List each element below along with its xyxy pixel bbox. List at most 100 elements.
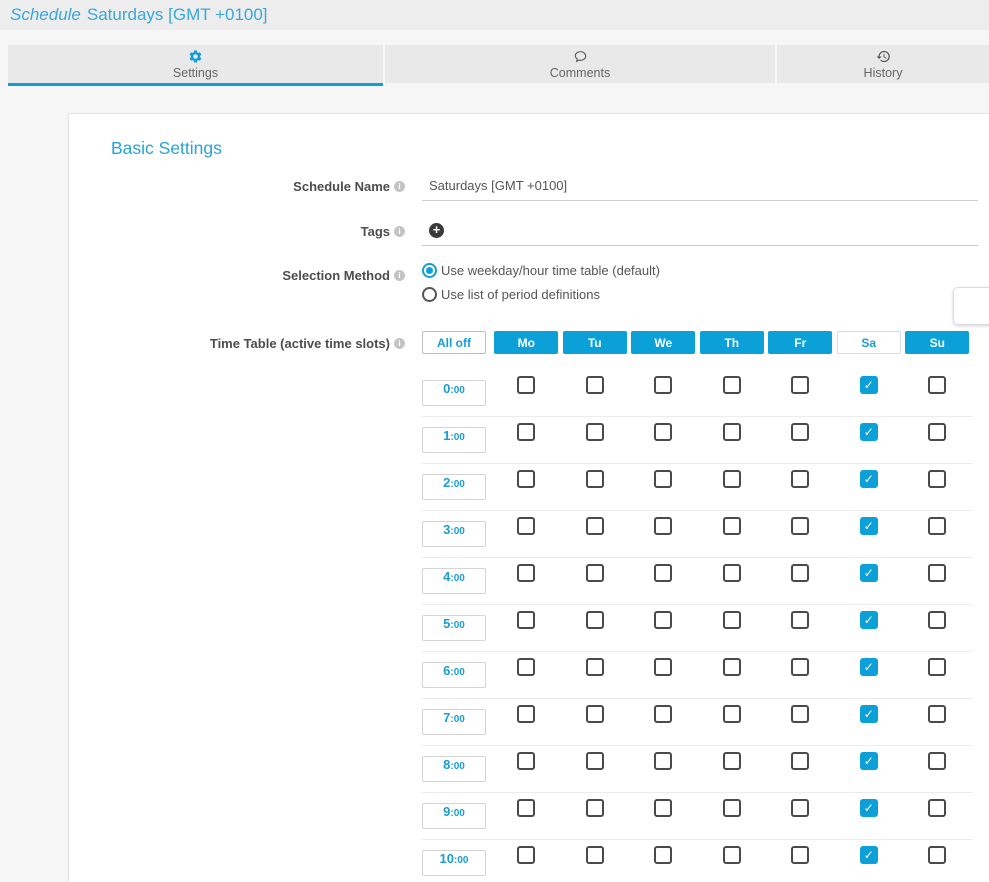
- timeslot-checkbox-mo-2:00[interactable]: [517, 470, 535, 488]
- timeslot-checkbox-th-10:00[interactable]: [723, 846, 741, 864]
- timeslot-checkbox-tu-7:00[interactable]: [586, 705, 604, 723]
- timeslot-checkbox-tu-0:00[interactable]: [586, 376, 604, 394]
- timeslot-checkbox-th-8:00[interactable]: [723, 752, 741, 770]
- timeslot-checkbox-sa-4:00[interactable]: ✓: [860, 564, 878, 582]
- timeslot-checkbox-fr-1:00[interactable]: [791, 423, 809, 441]
- timeslot-checkbox-mo-9:00[interactable]: [517, 799, 535, 817]
- timeslot-checkbox-th-0:00[interactable]: [723, 376, 741, 394]
- timeslot-checkbox-sa-1:00[interactable]: ✓: [860, 423, 878, 441]
- timeslot-checkbox-su-6:00[interactable]: [928, 658, 946, 676]
- timeslot-checkbox-we-4:00[interactable]: [654, 564, 672, 582]
- timeslot-checkbox-fr-6:00[interactable]: [791, 658, 809, 676]
- timeslot-checkbox-tu-8:00[interactable]: [586, 752, 604, 770]
- timeslot-checkbox-su-9:00[interactable]: [928, 799, 946, 817]
- timeslot-checkbox-sa-9:00[interactable]: ✓: [860, 799, 878, 817]
- timeslot-checkbox-sa-5:00[interactable]: ✓: [860, 611, 878, 629]
- timeslot-checkbox-we-8:00[interactable]: [654, 752, 672, 770]
- timeslot-checkbox-su-3:00[interactable]: [928, 517, 946, 535]
- timeslot-checkbox-we-0:00[interactable]: [654, 376, 672, 394]
- timeslot-checkbox-tu-4:00[interactable]: [586, 564, 604, 582]
- timeslot-checkbox-th-5:00[interactable]: [723, 611, 741, 629]
- timeslot-checkbox-sa-7:00[interactable]: ✓: [860, 705, 878, 723]
- timeslot-checkbox-th-4:00[interactable]: [723, 564, 741, 582]
- timeslot-checkbox-fr-8:00[interactable]: [791, 752, 809, 770]
- timeslot-checkbox-sa-2:00[interactable]: ✓: [860, 470, 878, 488]
- timeslot-checkbox-mo-0:00[interactable]: [517, 376, 535, 394]
- timeslot-checkbox-tu-2:00[interactable]: [586, 470, 604, 488]
- timeslot-checkbox-fr-2:00[interactable]: [791, 470, 809, 488]
- timeslot-checkbox-th-7:00[interactable]: [723, 705, 741, 723]
- timeslot-checkbox-mo-1:00[interactable]: [517, 423, 535, 441]
- hour-button-10:00[interactable]: 10:00: [422, 850, 486, 876]
- timeslot-checkbox-su-0:00[interactable]: [928, 376, 946, 394]
- radio-use-timetable[interactable]: Use weekday/hour time table (default): [422, 263, 989, 278]
- timeslot-checkbox-sa-8:00[interactable]: ✓: [860, 752, 878, 770]
- hour-button-4:00[interactable]: 4:00: [422, 568, 486, 594]
- timeslot-checkbox-sa-0:00[interactable]: ✓: [860, 376, 878, 394]
- all-off-button[interactable]: All off: [422, 331, 486, 354]
- timeslot-checkbox-th-9:00[interactable]: [723, 799, 741, 817]
- info-icon[interactable]: i: [394, 226, 405, 237]
- hour-button-7:00[interactable]: 7:00: [422, 709, 486, 735]
- hour-button-3:00[interactable]: 3:00: [422, 521, 486, 547]
- hour-button-8:00[interactable]: 8:00: [422, 756, 486, 782]
- day-button-su[interactable]: Su: [905, 331, 969, 354]
- timeslot-checkbox-sa-3:00[interactable]: ✓: [860, 517, 878, 535]
- timeslot-checkbox-we-10:00[interactable]: [654, 846, 672, 864]
- timeslot-checkbox-tu-10:00[interactable]: [586, 846, 604, 864]
- hour-button-1:00[interactable]: 1:00: [422, 427, 486, 453]
- timeslot-checkbox-tu-6:00[interactable]: [586, 658, 604, 676]
- timeslot-checkbox-su-10:00[interactable]: [928, 846, 946, 864]
- info-icon[interactable]: i: [394, 181, 405, 192]
- timeslot-checkbox-tu-9:00[interactable]: [586, 799, 604, 817]
- hour-button-9:00[interactable]: 9:00: [422, 803, 486, 829]
- day-button-tu[interactable]: Tu: [563, 331, 627, 354]
- day-button-we[interactable]: We: [631, 331, 695, 354]
- info-icon[interactable]: i: [394, 338, 405, 349]
- timeslot-checkbox-we-9:00[interactable]: [654, 799, 672, 817]
- timeslot-checkbox-mo-7:00[interactable]: [517, 705, 535, 723]
- timeslot-checkbox-we-7:00[interactable]: [654, 705, 672, 723]
- timeslot-checkbox-mo-10:00[interactable]: [517, 846, 535, 864]
- tags-input[interactable]: +: [422, 219, 978, 246]
- timeslot-checkbox-we-3:00[interactable]: [654, 517, 672, 535]
- timeslot-checkbox-fr-7:00[interactable]: [791, 705, 809, 723]
- tab-settings[interactable]: Settings: [8, 45, 383, 86]
- timeslot-checkbox-sa-6:00[interactable]: ✓: [860, 658, 878, 676]
- day-button-th[interactable]: Th: [700, 331, 764, 354]
- side-panel-handle[interactable]: [953, 287, 989, 325]
- add-tag-button plus-circle-icon[interactable]: +: [429, 223, 444, 238]
- day-button-mo[interactable]: Mo: [494, 331, 558, 354]
- timeslot-checkbox-mo-8:00[interactable]: [517, 752, 535, 770]
- hour-button-2:00[interactable]: 2:00: [422, 474, 486, 500]
- timeslot-checkbox-fr-4:00[interactable]: [791, 564, 809, 582]
- timeslot-checkbox-mo-4:00[interactable]: [517, 564, 535, 582]
- hour-button-5:00[interactable]: 5:00: [422, 615, 486, 641]
- timeslot-checkbox-mo-5:00[interactable]: [517, 611, 535, 629]
- timeslot-checkbox-su-2:00[interactable]: [928, 470, 946, 488]
- timeslot-checkbox-th-6:00[interactable]: [723, 658, 741, 676]
- timeslot-checkbox-tu-5:00[interactable]: [586, 611, 604, 629]
- timeslot-checkbox-su-5:00[interactable]: [928, 611, 946, 629]
- timeslot-checkbox-su-4:00[interactable]: [928, 564, 946, 582]
- timeslot-checkbox-mo-3:00[interactable]: [517, 517, 535, 535]
- timeslot-checkbox-we-6:00[interactable]: [654, 658, 672, 676]
- hour-button-0:00[interactable]: 0:00: [422, 380, 486, 406]
- schedule-name-input[interactable]: Saturdays [GMT +0100]: [422, 174, 978, 201]
- tab-history[interactable]: History: [777, 45, 989, 83]
- timeslot-checkbox-su-8:00[interactable]: [928, 752, 946, 770]
- timeslot-checkbox-su-7:00[interactable]: [928, 705, 946, 723]
- radio-use-period-list[interactable]: Use list of period definitions: [422, 287, 989, 302]
- timeslot-checkbox-th-2:00[interactable]: [723, 470, 741, 488]
- timeslot-checkbox-tu-3:00[interactable]: [586, 517, 604, 535]
- timeslot-checkbox-th-3:00[interactable]: [723, 517, 741, 535]
- timeslot-checkbox-sa-10:00[interactable]: ✓: [860, 846, 878, 864]
- timeslot-checkbox-fr-0:00[interactable]: [791, 376, 809, 394]
- timeslot-checkbox-mo-6:00[interactable]: [517, 658, 535, 676]
- timeslot-checkbox-su-1:00[interactable]: [928, 423, 946, 441]
- day-button-sa[interactable]: Sa: [837, 331, 901, 354]
- day-button-fr[interactable]: Fr: [768, 331, 832, 354]
- timeslot-checkbox-tu-1:00[interactable]: [586, 423, 604, 441]
- timeslot-checkbox-fr-5:00[interactable]: [791, 611, 809, 629]
- hour-button-6:00[interactable]: 6:00: [422, 662, 486, 688]
